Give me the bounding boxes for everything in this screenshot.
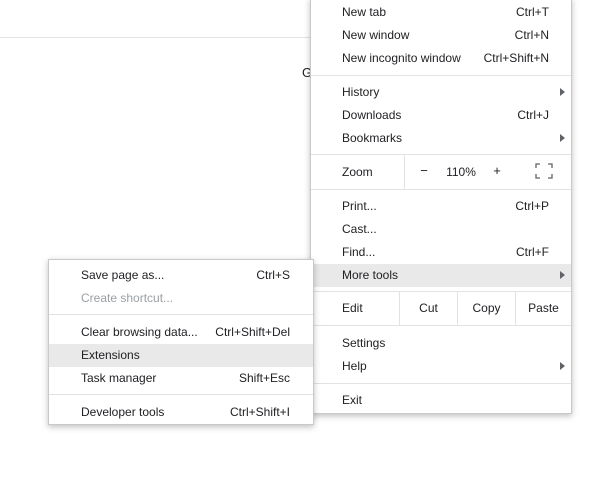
submenu-arrow-icon — [560, 362, 565, 370]
submenu-item-clear-browsing-data[interactable]: Clear browsing data... Ctrl+Shift+Del — [49, 321, 313, 344]
edit-label: Edit — [342, 301, 363, 315]
menu-item-label: Settings — [342, 336, 386, 350]
cut-button[interactable]: Cut — [399, 291, 457, 325]
menu-separator — [311, 383, 571, 384]
menu-item-new-window[interactable]: New window Ctrl+N — [311, 24, 571, 47]
menu-item-shortcut: Ctrl+T — [516, 5, 549, 19]
menu-separator — [311, 325, 571, 326]
submenu-item-extensions[interactable]: Extensions — [49, 344, 313, 367]
zoom-label: Zoom — [342, 165, 373, 179]
submenu-arrow-icon — [560, 271, 565, 279]
menu-item-downloads[interactable]: Downloads Ctrl+J — [311, 104, 571, 127]
menu-item-shortcut: Ctrl+F — [516, 245, 549, 259]
zoom-level-value: 110% — [446, 165, 476, 179]
submenu-separator — [49, 314, 313, 315]
fullscreen-icon[interactable] — [535, 163, 553, 179]
menu-item-bookmarks[interactable]: Bookmarks — [311, 127, 571, 150]
menu-item-label: Cast... — [342, 222, 377, 236]
menu-item-label: Print... — [342, 199, 377, 213]
menu-item-shortcut: Ctrl+Shift+N — [483, 51, 549, 65]
menu-item-label: Help — [342, 359, 367, 373]
menu-item-more-tools[interactable]: More tools — [311, 264, 571, 287]
toolbar-divider — [0, 37, 310, 38]
paste-button[interactable]: Paste — [515, 291, 571, 325]
submenu-item-label: Developer tools — [81, 405, 165, 419]
zoom-out-button[interactable]: − — [414, 163, 434, 178]
menu-item-exit[interactable]: Exit — [311, 389, 571, 412]
menu-item-shortcut: Ctrl+J — [517, 108, 549, 122]
menu-item-cast[interactable]: Cast... — [311, 218, 571, 241]
zoom-row: Zoom − 110% + — [311, 154, 571, 189]
menu-item-label: Find... — [342, 245, 376, 259]
submenu-item-shortcut: Ctrl+Shift+Del — [215, 325, 290, 339]
menu-item-label: More tools — [342, 268, 399, 282]
menu-separator — [311, 75, 571, 76]
submenu-arrow-icon — [560, 134, 565, 142]
menu-item-new-incognito-window[interactable]: New incognito window Ctrl+Shift+N — [311, 47, 571, 70]
submenu-item-create-shortcut: Create shortcut... — [49, 287, 313, 310]
chrome-main-menu: New tab Ctrl+T New window Ctrl+N New inc… — [310, 0, 572, 414]
menu-item-shortcut: Ctrl+P — [515, 199, 549, 213]
copy-button[interactable]: Copy — [457, 291, 515, 325]
menu-item-help[interactable]: Help — [311, 355, 571, 378]
menu-item-label: Bookmarks — [342, 131, 403, 145]
submenu-item-task-manager[interactable]: Task manager Shift+Esc — [49, 367, 313, 390]
menu-item-label: Exit — [342, 393, 363, 407]
submenu-item-label: Extensions — [81, 348, 140, 362]
menu-item-label: History — [342, 85, 380, 99]
menu-item-label: New incognito window — [342, 51, 461, 65]
submenu-item-label: Task manager — [81, 371, 157, 385]
menu-item-print[interactable]: Print... Ctrl+P — [311, 195, 571, 218]
menu-item-settings[interactable]: Settings — [311, 332, 571, 355]
zoom-in-button[interactable]: + — [487, 163, 507, 178]
submenu-item-developer-tools[interactable]: Developer tools Ctrl+Shift+I — [49, 401, 313, 424]
submenu-item-shortcut: Shift+Esc — [238, 371, 290, 385]
menu-item-find[interactable]: Find... Ctrl+F — [311, 241, 571, 264]
submenu-item-shortcut: Ctrl+Shift+I — [229, 405, 290, 419]
menu-item-history[interactable]: History — [311, 81, 571, 104]
menu-item-label: New window — [342, 28, 410, 42]
menu-separator — [311, 189, 571, 190]
menu-item-label: Downloads — [342, 108, 402, 122]
submenu-item-shortcut: Ctrl+S — [256, 268, 290, 282]
submenu-item-label: Create shortcut... — [81, 291, 174, 305]
submenu-item-label: Save page as... — [81, 268, 165, 282]
browser-page: G New tab Ctrl+T New window Ctrl+N New i… — [0, 0, 591, 500]
more-tools-submenu: Save page as... Ctrl+S Create shortcut..… — [48, 259, 314, 425]
edit-row: Edit Cut Copy Paste — [311, 291, 571, 325]
menu-item-label: New tab — [342, 5, 387, 19]
submenu-item-label: Clear browsing data... — [81, 325, 198, 339]
submenu-arrow-icon — [560, 88, 565, 96]
zoom-divider — [404, 154, 405, 189]
menu-item-shortcut: Ctrl+N — [514, 28, 549, 42]
submenu-item-save-page-as[interactable]: Save page as... Ctrl+S — [49, 264, 313, 287]
menu-item-new-tab[interactable]: New tab Ctrl+T — [311, 1, 571, 24]
submenu-separator — [49, 394, 313, 395]
